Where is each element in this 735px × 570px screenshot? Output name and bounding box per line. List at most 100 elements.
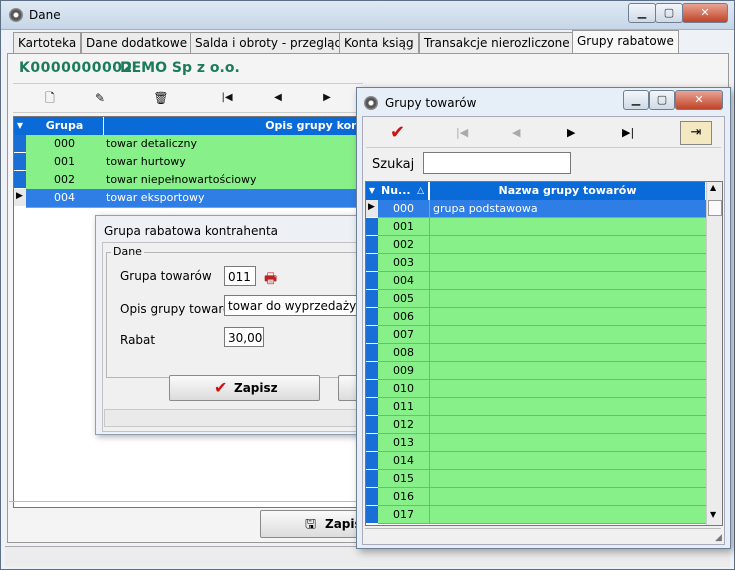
rabat-input[interactable]: 30,00 <box>224 327 264 347</box>
row-marker <box>14 171 26 189</box>
table-row[interactable]: 009 <box>378 362 706 380</box>
scroll-thumb[interactable] <box>708 200 722 216</box>
col-grupa-header[interactable]: Grupa <box>26 117 104 135</box>
table-row[interactable]: 004 <box>378 272 706 290</box>
table-row[interactable]: 000 grupa podstawowa <box>378 200 706 218</box>
main-window-title: Dane <box>29 8 61 22</box>
table-row[interactable]: 016 <box>378 488 706 506</box>
grupy-close-button[interactable]: ✕ <box>675 90 723 110</box>
tab-dane-dodatkowe[interactable]: Dane dodatkowe <box>81 32 193 54</box>
row-code: 004 <box>54 191 75 204</box>
table-row[interactable]: 003 <box>378 254 706 272</box>
row-marker <box>366 344 378 362</box>
contractor-code: K0000000002 <box>19 60 133 76</box>
minimize-button[interactable]: ▁ <box>628 3 656 23</box>
row-marker <box>366 488 378 506</box>
first-record-icon[interactable]: |◀ <box>456 126 468 139</box>
row-code: 005 <box>378 290 430 307</box>
row-code: 017 <box>378 506 430 523</box>
grupy-rows: ▶ 000 grupa podstawowa 001 002 003 004 005 006 00… <box>366 200 706 525</box>
row-marker <box>366 236 378 254</box>
row-code: 009 <box>378 362 430 379</box>
dane-groupbox-label: Dane <box>111 245 144 258</box>
row-marker <box>366 272 378 290</box>
table-row[interactable]: 005 <box>378 290 706 308</box>
row-code: 010 <box>378 380 430 397</box>
next-record-icon[interactable]: ▶ <box>316 88 338 108</box>
exit-door-icon[interactable]: ⇥ <box>680 121 712 145</box>
row-code: 002 <box>26 171 103 190</box>
row-marker <box>366 452 378 470</box>
table-row[interactable]: 008 <box>378 344 706 362</box>
row-marker <box>366 362 378 380</box>
col-name-header[interactable]: Nazwa grupy towarów <box>430 182 706 200</box>
row-code: 011 <box>378 398 430 415</box>
table-row[interactable]: 012 <box>378 416 706 434</box>
vertical-scrollbar[interactable]: ▲ ▼ <box>706 182 722 525</box>
table-row[interactable]: 001 <box>378 218 706 236</box>
scroll-down-icon[interactable]: ▼ <box>710 510 716 519</box>
scroll-up-icon[interactable]: ▲ <box>710 183 716 192</box>
search-input[interactable] <box>423 152 571 174</box>
table-row[interactable]: 015 <box>378 470 706 488</box>
rabat-save-button[interactable]: ✔ Zapisz <box>169 375 320 401</box>
row-code: 000 <box>26 135 103 154</box>
maximize-button[interactable]: ▢ <box>655 3 683 23</box>
row-code: 002 <box>378 236 430 253</box>
row-marker <box>366 434 378 452</box>
col-number-label: Nu... <box>381 184 411 197</box>
new-document-icon[interactable]: 🗋 <box>39 88 61 108</box>
search-label: Szukaj <box>372 157 415 172</box>
next-record-icon[interactable]: ▶ <box>567 126 575 139</box>
table-row[interactable]: 013 <box>378 434 706 452</box>
grupy-grid: ▼ Nu... △ Nazwa grupy towarów ▶ 000 grupa p… <box>365 181 723 526</box>
prev-record-icon[interactable]: ◀ <box>267 88 289 108</box>
grupy-minimize-button[interactable]: ▁ <box>623 90 649 110</box>
lookup-printer-icon[interactable]: 🖶 <box>264 268 277 292</box>
tab-transakcje[interactable]: Transakcje nierozliczone <box>419 32 575 54</box>
row-code: 016 <box>378 488 430 505</box>
row-marker <box>366 326 378 344</box>
rabat-status-bar <box>104 409 366 427</box>
resize-grip-icon[interactable]: ◢ <box>715 533 722 543</box>
col-opis-header[interactable]: Opis grupy kon <box>104 117 364 135</box>
rabat-save-label: Zapisz <box>234 381 278 395</box>
current-row-arrow-icon: ▶ <box>16 191 23 201</box>
row-marker <box>366 290 378 308</box>
last-record-icon[interactable]: ▶| <box>622 126 634 139</box>
table-row[interactable]: 011 <box>378 398 706 416</box>
rabat-label: Rabat <box>120 333 156 347</box>
close-button[interactable]: ✕ <box>682 3 728 23</box>
prev-record-icon[interactable]: ◀ <box>512 126 520 139</box>
tab-salda-obroty[interactable]: Salda i obroty - przegląd <box>190 32 348 54</box>
table-row[interactable]: 014 <box>378 452 706 470</box>
main-toolbar: 🗋 ✎ 🗑 |◀ ◀ ▶ <box>13 83 363 113</box>
table-row[interactable]: 017 <box>378 506 706 524</box>
table-row[interactable]: 002 <box>378 236 706 254</box>
tab-kartoteka[interactable]: Kartoteka <box>13 32 82 54</box>
row-code: 001 <box>26 153 103 172</box>
row-marker: ▶ <box>366 200 378 218</box>
confirm-check-icon[interactable]: ✔ <box>390 122 405 143</box>
dialog-gear-icon <box>364 96 378 110</box>
grupy-dialog-title: Grupy towarów <box>385 96 477 110</box>
current-row-arrow-icon: ▶ <box>368 202 375 212</box>
table-row[interactable]: 007 <box>378 326 706 344</box>
row-code: 008 <box>378 344 430 361</box>
table-row[interactable]: 010 <box>378 380 706 398</box>
grupy-maximize-button[interactable]: ▢ <box>649 90 675 110</box>
main-titlebar: Dane ▁ ▢ ✕ <box>1 1 734 30</box>
row-code: 012 <box>378 416 430 433</box>
row-marker <box>366 308 378 326</box>
save-disk-icon: 🖫 <box>305 517 317 532</box>
delete-trash-icon[interactable]: 🗑 <box>150 88 172 108</box>
table-row[interactable]: 006 <box>378 308 706 326</box>
edit-document-icon[interactable]: ✎ <box>89 88 111 108</box>
first-record-icon[interactable]: |◀ <box>216 88 238 108</box>
opis-grupy-input[interactable]: towar do wyprzedaży <box>224 295 364 316</box>
status-bar <box>5 546 730 567</box>
col-number-header[interactable]: Nu... △ <box>378 182 429 200</box>
tab-konta-ksiag[interactable]: Konta ksiąg <box>339 32 419 54</box>
tab-grupy-rabatowe[interactable]: Grupy rabatowe <box>572 30 679 55</box>
grupa-towarow-input[interactable]: 011 <box>224 266 256 286</box>
